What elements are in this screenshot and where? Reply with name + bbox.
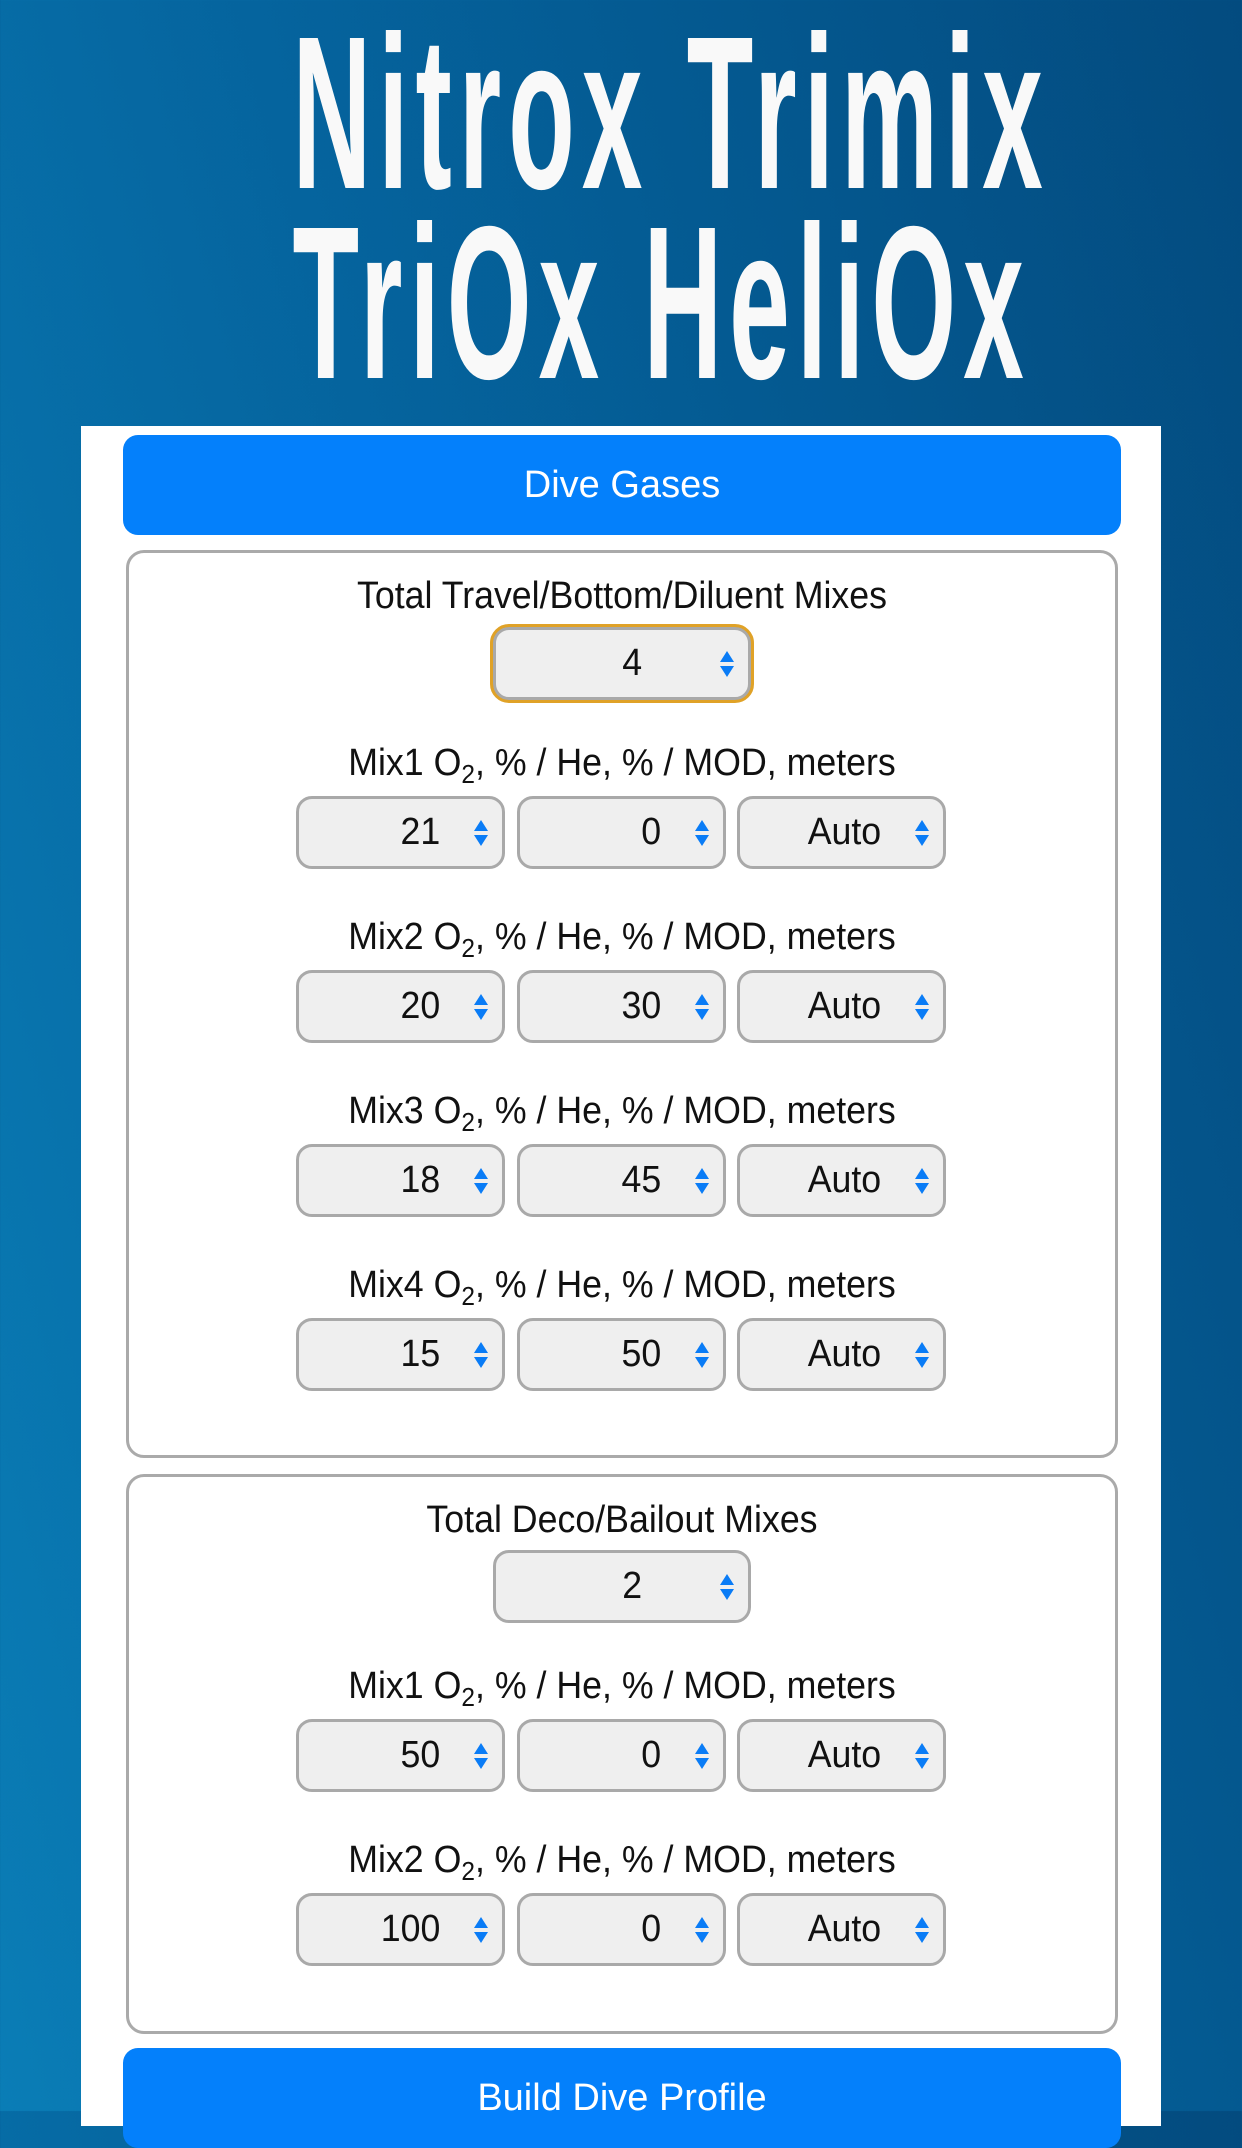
select-value: Auto [807, 1734, 881, 1776]
up-down-chevron-icon [474, 1916, 488, 1943]
bottom-mix-1-he-select[interactable]: 0 [517, 796, 726, 869]
up-down-chevron-icon [915, 1742, 929, 1769]
deco-mix-2-o2-select[interactable]: 100 [296, 1893, 505, 1966]
total-deco-mixes-label: Total Deco/Bailout Mixes [426, 1499, 818, 1541]
label-text: Mix4 O [348, 1264, 462, 1306]
bottom-mix-3-label: Mix3 O2, % / He, % / MOD, meters [159, 1088, 1086, 1137]
main-panel: Dive Gases Total Travel/Bottom/Diluent M… [81, 426, 1161, 2148]
up-down-chevron-icon [915, 993, 929, 1020]
bottom-mix-3-o2-select[interactable]: 18 [296, 1144, 505, 1217]
bottom-mix-1-label: Mix1 O2, % / He, % / MOD, meters [159, 740, 1086, 789]
label-subscript: 2 [461, 933, 475, 963]
deco-mix-1-he-select[interactable]: 0 [517, 1719, 726, 1792]
select-value: Auto [807, 1333, 881, 1375]
label-text: , % / He, % / MOD, meters [474, 1839, 896, 1881]
bottom-mix-4-label: Mix4 O2, % / He, % / MOD, meters [159, 1262, 1086, 1311]
select-value: 100 [380, 1908, 440, 1950]
label-subscript: 2 [461, 1107, 475, 1137]
select-value: 45 [621, 1159, 661, 1201]
select-value: 0 [641, 1908, 661, 1950]
bottom-mix-1-mod-select[interactable]: Auto [737, 796, 946, 869]
total-bottom-mixes-select[interactable]: 4 [490, 624, 754, 703]
deco-mix-2-he-select[interactable]: 0 [517, 1893, 726, 1966]
up-down-chevron-icon [720, 1573, 734, 1600]
label-text: Mix2 O [348, 916, 462, 958]
up-down-chevron-icon [474, 1742, 488, 1769]
bottom-mix-3-mod-select[interactable]: Auto [737, 1144, 946, 1217]
up-down-chevron-icon [695, 819, 709, 846]
select-value: 2 [622, 1565, 642, 1607]
total-deco-mixes-select[interactable]: 2 [493, 1550, 751, 1623]
app-title-line-2: TriOx HeliOx [292, 182, 1031, 425]
up-down-chevron-icon [915, 819, 929, 846]
bottom-mix-4-o2-select[interactable]: 15 [296, 1318, 505, 1391]
select-value: 50 [621, 1333, 661, 1375]
up-down-chevron-icon [695, 1916, 709, 1943]
select-value: Auto [807, 811, 881, 853]
label-text: , % / He, % / MOD, meters [474, 1665, 896, 1707]
select-value: 15 [400, 1333, 440, 1375]
select-value: 0 [641, 1734, 661, 1776]
label-text: Mix3 O [348, 1090, 462, 1132]
label-subscript: 2 [461, 1682, 475, 1712]
deco-mixes-fieldset: Total Deco/Bailout Mixes 2 Mix1 O2, % / … [126, 1474, 1118, 2034]
select-value: 30 [621, 985, 661, 1027]
select-value: Auto [807, 1159, 881, 1201]
select-value: 20 [400, 985, 440, 1027]
bottom-mix-2-o2-select[interactable]: 20 [296, 970, 505, 1043]
label-subscript: 2 [461, 1856, 475, 1886]
select-value: Auto [807, 985, 881, 1027]
label-subscript: 2 [461, 1281, 475, 1311]
up-down-chevron-icon [915, 1341, 929, 1368]
bottom-mix-2-he-select[interactable]: 30 [517, 970, 726, 1043]
select-value: 18 [400, 1159, 440, 1201]
label-text: Mix1 O [348, 742, 462, 784]
up-down-chevron-icon [695, 1341, 709, 1368]
deco-mix-2-label: Mix2 O2, % / He, % / MOD, meters [159, 1837, 1086, 1886]
up-down-chevron-icon [915, 1167, 929, 1194]
select-value: 0 [641, 811, 661, 853]
dive-gases-button[interactable]: Dive Gases [123, 435, 1121, 535]
label-text: , % / He, % / MOD, meters [474, 1264, 896, 1306]
bottom-mix-4-mod-select[interactable]: Auto [737, 1318, 946, 1391]
up-down-chevron-icon [695, 1167, 709, 1194]
up-down-chevron-icon [474, 1167, 488, 1194]
up-down-chevron-icon [474, 993, 488, 1020]
label-text: Mix1 O [348, 1665, 462, 1707]
select-value: 4 [622, 642, 642, 684]
up-down-chevron-icon [915, 1916, 929, 1943]
select-value: 21 [400, 811, 440, 853]
total-bottom-mixes-label: Total Travel/Bottom/Diluent Mixes [356, 575, 888, 617]
bottom-mix-1-o2-select[interactable]: 21 [296, 796, 505, 869]
select-value: Auto [807, 1908, 881, 1950]
up-down-chevron-icon [695, 993, 709, 1020]
deco-mix-2-mod-select[interactable]: Auto [737, 1893, 946, 1966]
bottom-mix-2-label: Mix2 O2, % / He, % / MOD, meters [159, 914, 1086, 963]
deco-mix-1-o2-select[interactable]: 50 [296, 1719, 505, 1792]
build-dive-profile-button[interactable]: Build Dive Profile [123, 2048, 1121, 2148]
label-text: , % / He, % / MOD, meters [474, 742, 896, 784]
deco-mix-1-label: Mix1 O2, % / He, % / MOD, meters [159, 1663, 1086, 1712]
deco-mix-1-mod-select[interactable]: Auto [737, 1719, 946, 1792]
bottom-mix-2-mod-select[interactable]: Auto [737, 970, 946, 1043]
up-down-chevron-icon [474, 819, 488, 846]
select-value: 50 [400, 1734, 440, 1776]
label-subscript: 2 [461, 759, 475, 789]
up-down-chevron-icon [474, 1341, 488, 1368]
up-down-chevron-icon [720, 650, 734, 677]
label-text: , % / He, % / MOD, meters [474, 916, 896, 958]
up-down-chevron-icon [695, 1742, 709, 1769]
label-text: , % / He, % / MOD, meters [474, 1090, 896, 1132]
bottom-mix-3-he-select[interactable]: 45 [517, 1144, 726, 1217]
bottom-mixes-fieldset: Total Travel/Bottom/Diluent Mixes 4 Mix1… [126, 550, 1118, 1458]
bottom-mix-4-he-select[interactable]: 50 [517, 1318, 726, 1391]
label-text: Mix2 O [348, 1839, 462, 1881]
